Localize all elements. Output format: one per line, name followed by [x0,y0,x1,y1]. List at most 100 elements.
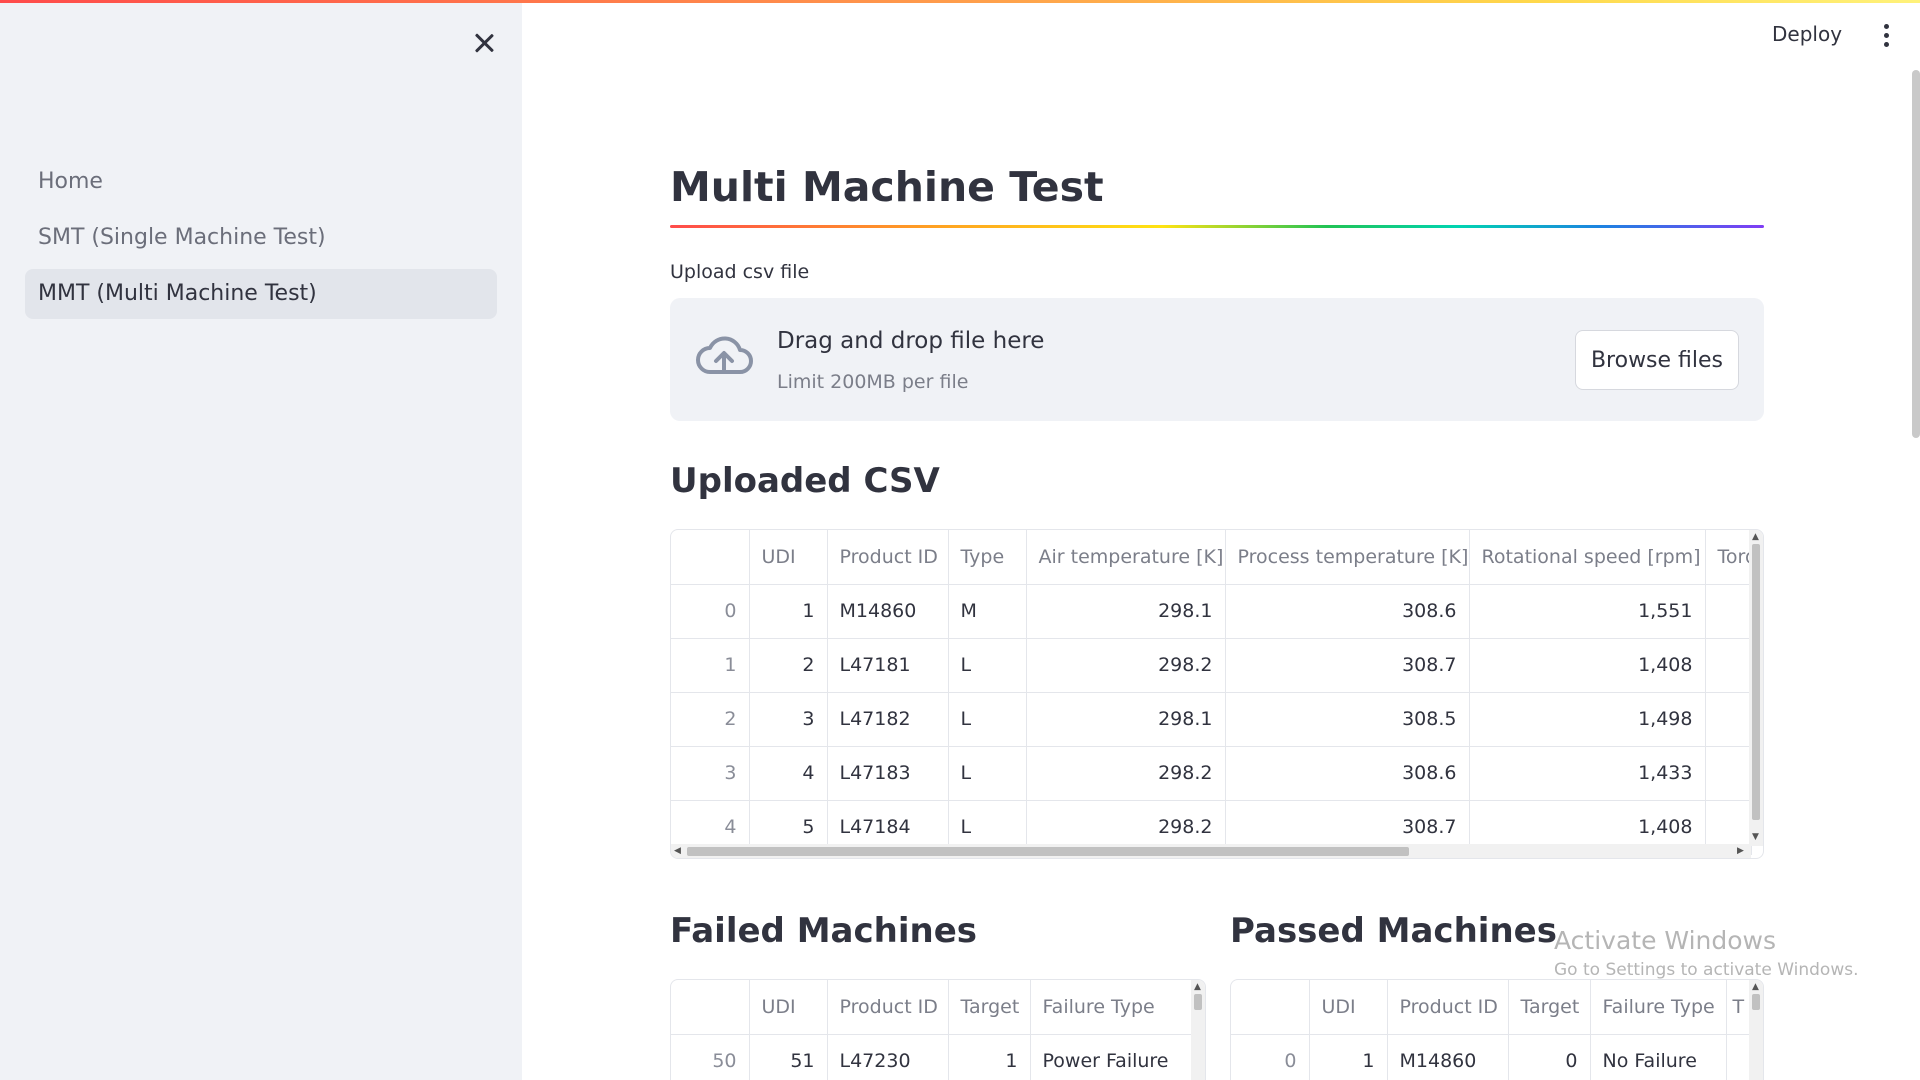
table-cell[interactable] [1705,584,1752,639]
sidebar-item-home[interactable]: Home [25,157,497,207]
column-header[interactable]: Rotational speed [rpm] [1469,530,1706,585]
table-cell[interactable] [1705,746,1752,801]
table-cell[interactable]: M14860 [1387,1034,1509,1080]
sidebar-nav: Home SMT (Single Machine Test) MMT (Mult… [25,157,497,325]
main-menu-icon[interactable] [1880,24,1892,50]
table-cell[interactable]: 298.1 [1026,692,1226,747]
column-header[interactable]: UDI [1309,980,1388,1035]
uploaded-csv-heading: Uploaded CSV [670,461,940,501]
column-header[interactable]: UDI [749,980,828,1035]
table-row: 50 51 L47230 1 Power Failure [671,1034,1194,1080]
upload-label: Upload csv file [670,261,810,283]
uploaded-csv-table[interactable]: UDI Product ID Type Air temperature [K] … [670,529,1764,859]
table-cell[interactable]: 298.1 [1026,584,1226,639]
table-cell[interactable]: 1,498 [1469,692,1706,747]
column-header[interactable]: Product ID [827,530,949,585]
table-cell[interactable]: L [948,638,1027,693]
cloud-upload-icon [696,336,753,374]
column-header[interactable]: Type [948,530,1027,585]
title-divider [670,225,1764,228]
table-cell[interactable]: L47183 [827,746,949,801]
close-sidebar-icon[interactable] [470,29,498,57]
column-header[interactable]: Air temperature [K] [1026,530,1226,585]
table-cell[interactable]: L [948,746,1027,801]
browse-files-button[interactable]: Browse files [1575,330,1739,390]
table-vertical-scrollbar[interactable]: ▲ [1749,980,1763,1080]
table-row: 3 4 L47183 L 298.2 308.6 1,433 [671,746,1752,801]
table-cell[interactable] [1726,1034,1752,1080]
table-cell[interactable]: L47181 [827,638,949,693]
table-row: 1 2 L47181 L 298.2 308.7 1,408 [671,638,1752,693]
table-cell[interactable]: M [948,584,1027,639]
table-cell[interactable]: 1 [948,1034,1031,1080]
table-cell[interactable]: 4 [749,746,828,801]
sidebar-item-smt[interactable]: SMT (Single Machine Test) [25,213,497,263]
table-header-row: UDI Product ID Target Failure Type [671,980,1194,1035]
table-cell[interactable]: Power Failure [1030,1034,1194,1080]
dropzone-limit: Limit 200MB per file [777,371,969,393]
table-cell[interactable]: 0 [1508,1034,1591,1080]
table-horizontal-scrollbar[interactable]: ◀ ▶ [671,844,1751,858]
column-header[interactable]: T [1726,980,1752,1035]
table-cell[interactable] [1705,692,1752,747]
table-cell[interactable]: 308.5 [1225,692,1470,747]
passed-machines-heading: Passed Machines [1230,911,1557,951]
table-cell[interactable]: 50 [671,1034,750,1080]
table-cell[interactable]: L [948,692,1027,747]
table-cell[interactable]: 1,433 [1469,746,1706,801]
table-vertical-scrollbar[interactable]: ▲ ▼ [1749,530,1763,846]
table-vertical-scrollbar[interactable]: ▲ [1191,980,1205,1080]
table-cell[interactable]: 3 [671,746,750,801]
column-header[interactable]: Target [1508,980,1591,1035]
deploy-button[interactable]: Deploy [1772,22,1842,46]
table-cell[interactable]: 2 [749,638,828,693]
table-cell[interactable]: No Failure [1590,1034,1727,1080]
table-cell[interactable]: 1 [1309,1034,1388,1080]
table-cell[interactable]: 0 [1231,1034,1310,1080]
column-header[interactable] [671,530,750,585]
activate-windows-subtitle: Go to Settings to activate Windows. [1554,960,1859,980]
column-header[interactable]: Process temperature [K] [1225,530,1470,585]
table-header-row: UDI Product ID Target Failure Type T [1231,980,1752,1035]
column-header[interactable]: UDI [749,530,828,585]
table-cell[interactable]: 308.7 [1225,638,1470,693]
table-cell[interactable]: 1 [671,638,750,693]
table-cell[interactable] [1705,638,1752,693]
table-cell[interactable]: 1 [749,584,828,639]
table-cell[interactable]: 51 [749,1034,828,1080]
table-cell[interactable]: 0 [671,584,750,639]
table-cell[interactable]: L47182 [827,692,949,747]
table-cell[interactable]: 308.6 [1225,584,1470,639]
passed-machines-table[interactable]: UDI Product ID Target Failure Type T 0 1… [1230,979,1764,1080]
failed-machines-table[interactable]: UDI Product ID Target Failure Type 50 51… [670,979,1206,1080]
table-cell[interactable]: 1,551 [1469,584,1706,639]
table-header-row: UDI Product ID Type Air temperature [K] … [671,530,1752,585]
table-cell[interactable]: M14860 [827,584,949,639]
table-row: 0 1 M14860 M 298.1 308.6 1,551 [671,584,1752,639]
column-header[interactable]: Target [948,980,1031,1035]
column-header[interactable] [1231,980,1310,1035]
column-header[interactable] [671,980,750,1035]
failed-machines-heading: Failed Machines [670,911,978,951]
table-cell[interactable]: L47230 [827,1034,949,1080]
table-cell[interactable]: 298.2 [1026,746,1226,801]
table-cell[interactable]: 298.2 [1026,638,1226,693]
column-header[interactable]: Product ID [1387,980,1509,1035]
table-row: 2 3 L47182 L 298.1 308.5 1,498 [671,692,1752,747]
file-dropzone[interactable]: Drag and drop file here Limit 200MB per … [670,298,1764,421]
sidebar: Home SMT (Single Machine Test) MMT (Mult… [0,3,522,1080]
page-title: Multi Machine Test [670,163,1104,211]
column-header[interactable]: Torq [1705,530,1752,585]
page-scrollbar[interactable] [1912,70,1920,438]
sidebar-item-mmt[interactable]: MMT (Multi Machine Test) [25,269,497,319]
table-cell[interactable]: 1,408 [1469,638,1706,693]
dropzone-title: Drag and drop file here [777,328,1045,354]
table-cell[interactable]: 308.6 [1225,746,1470,801]
table-cell[interactable]: 3 [749,692,828,747]
column-header[interactable]: Product ID [827,980,949,1035]
table-cell[interactable]: 2 [671,692,750,747]
table-row: 0 1 M14860 0 No Failure [1231,1034,1752,1080]
column-header[interactable]: Failure Type [1590,980,1727,1035]
activate-windows-title: Activate Windows [1554,926,1776,955]
column-header[interactable]: Failure Type [1030,980,1194,1035]
